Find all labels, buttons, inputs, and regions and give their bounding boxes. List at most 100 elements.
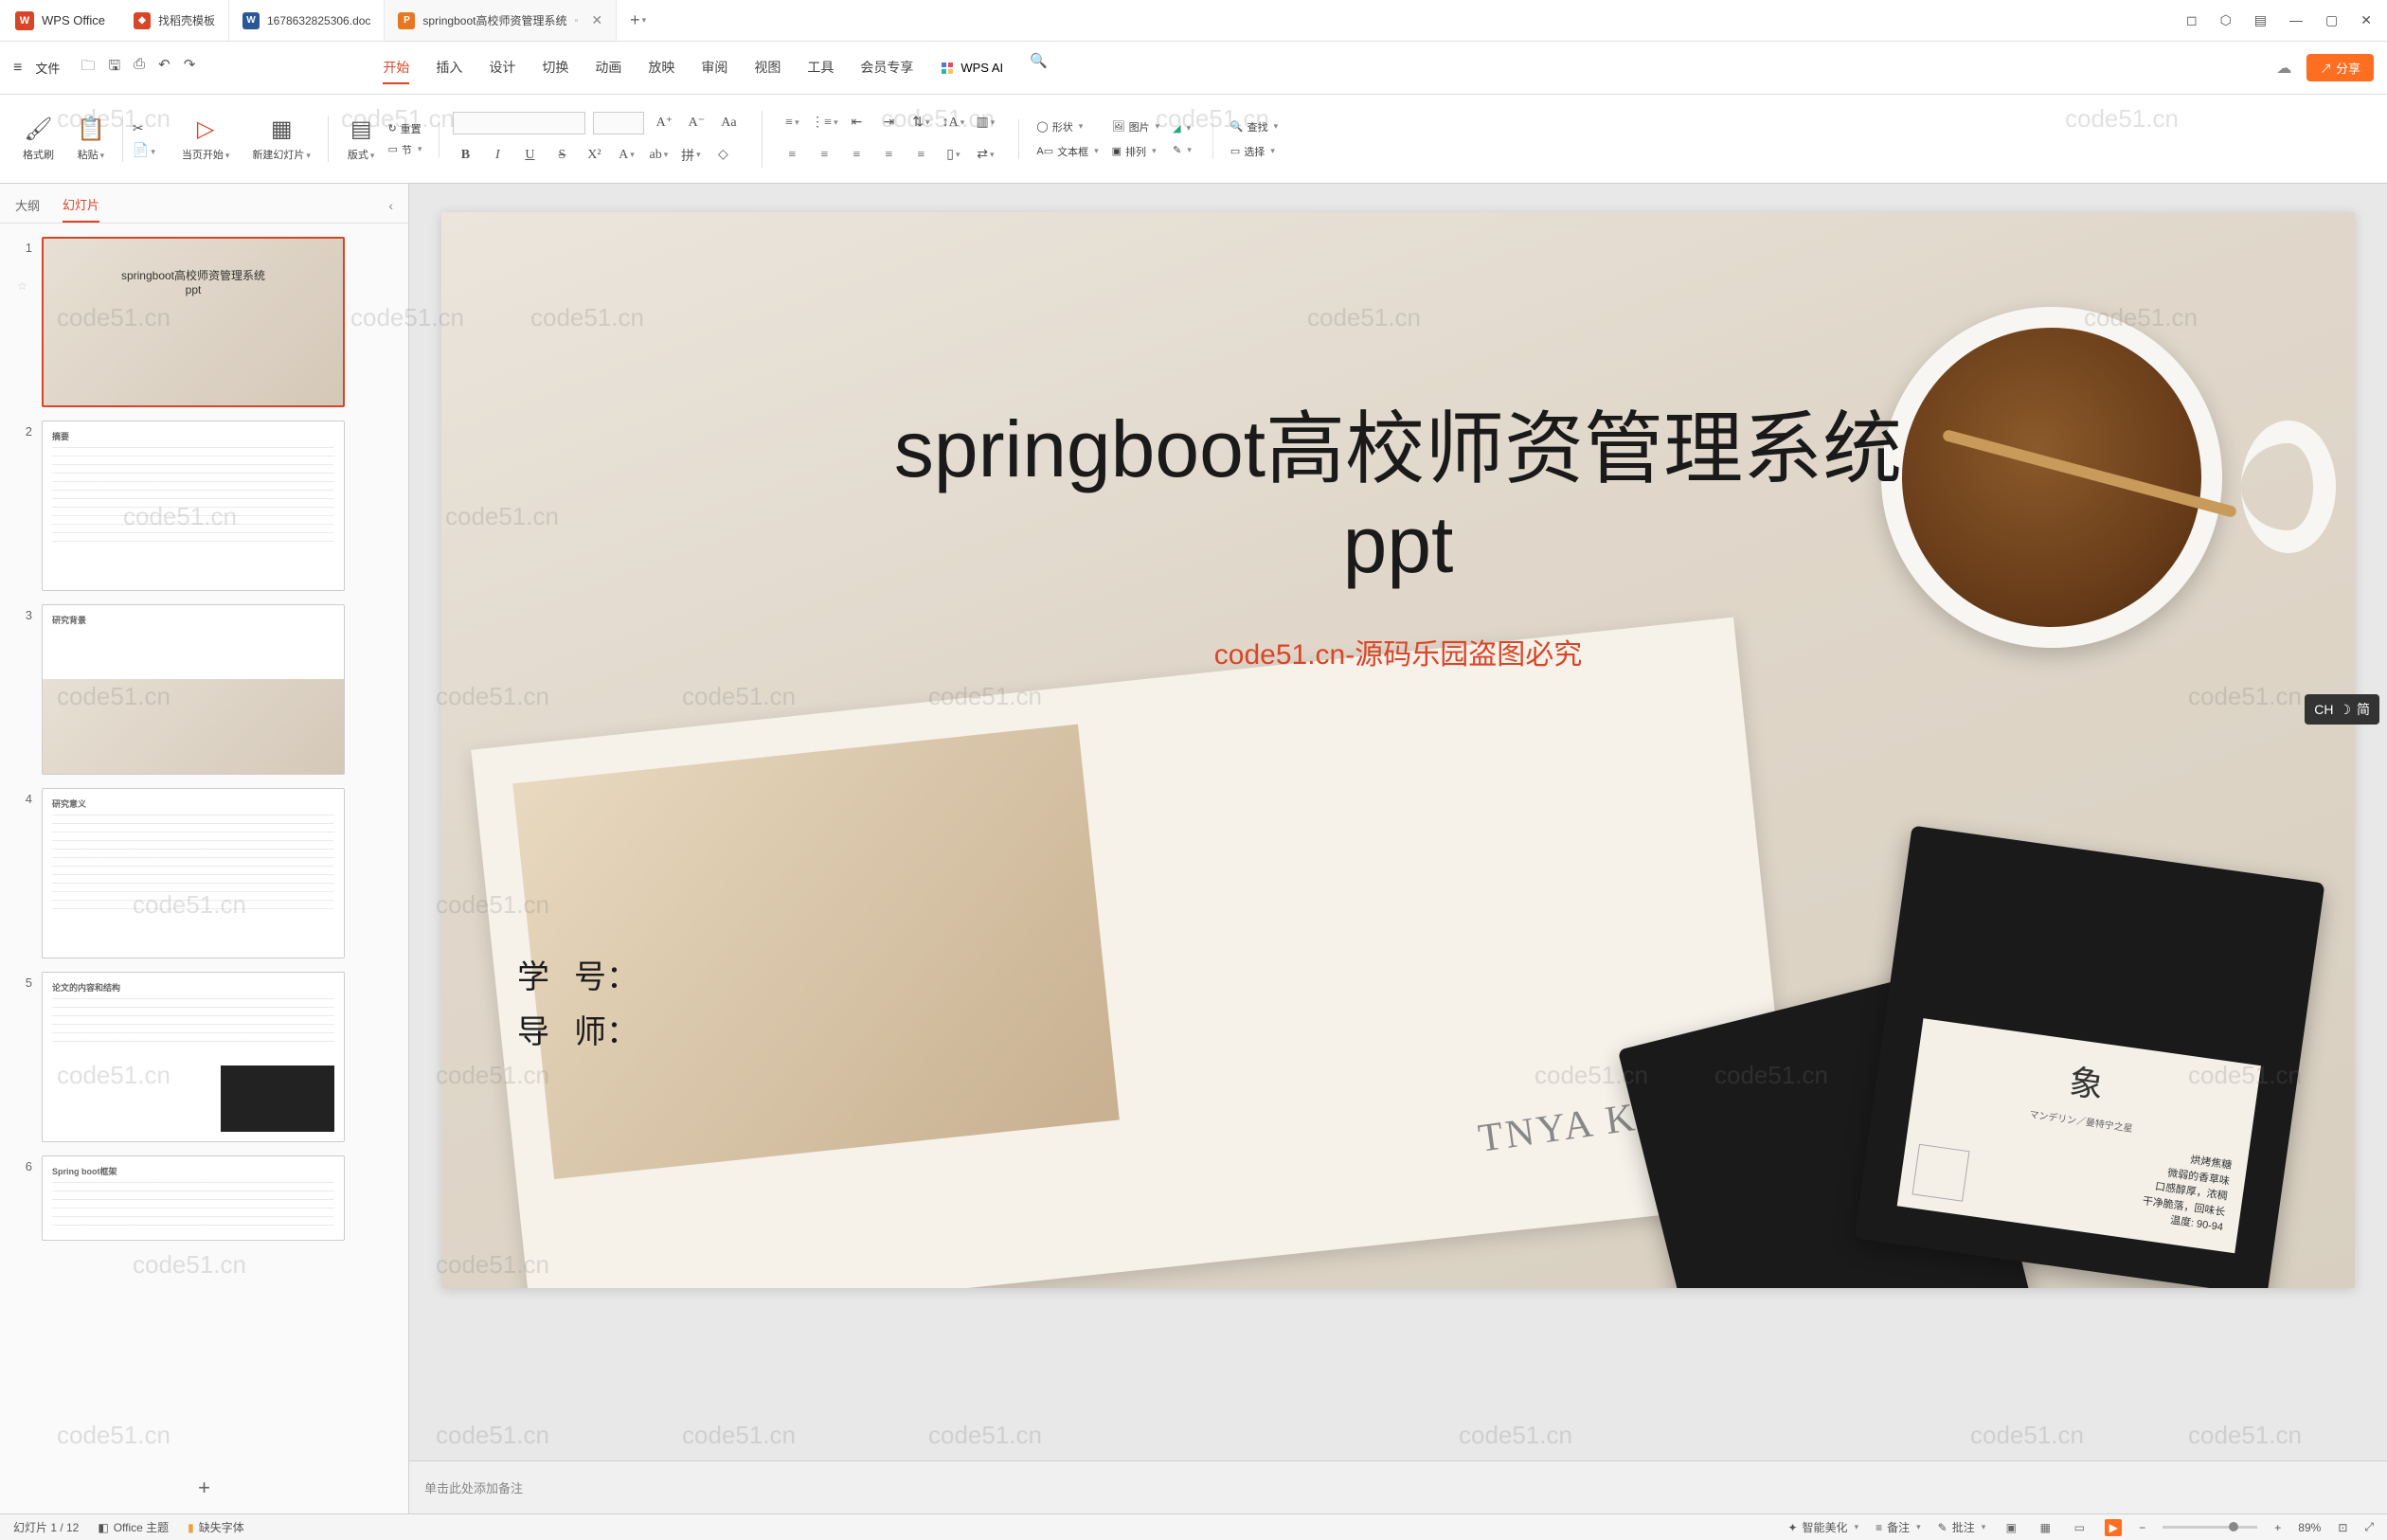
bullets-icon[interactable]: ≡▾ [780,111,804,135]
menu-tab-design[interactable]: 设计 [489,52,515,84]
view-normal-icon[interactable]: ▣ [2002,1519,2019,1536]
minimize-icon[interactable]: — [2289,12,2303,28]
search-icon[interactable]: 🔍 [1030,52,1048,84]
highlight-icon[interactable]: ab▾ [646,143,671,168]
multiwindow-icon[interactable]: ◻ [2186,12,2198,28]
menu-tab-review[interactable]: 审阅 [701,52,727,84]
view-sorter-icon[interactable]: ▦ [2037,1519,2054,1536]
close-icon[interactable]: ✕ [591,12,602,28]
reset-button[interactable]: ↻重置 [387,121,422,136]
layout-group[interactable]: ▤ 版式▾ [338,116,385,162]
file-menu[interactable]: 文件 [35,59,60,77]
thumbnail-1[interactable]: springboot高校师资管理系统 ppt [42,237,345,407]
convert-icon[interactable]: ⇄▾ [973,143,997,168]
thumbnail-4[interactable]: 研究意义 [42,788,345,958]
menu-tab-tools[interactable]: 工具 [807,52,834,84]
columns-icon[interactable]: ▥▾ [973,111,997,135]
hamburger-icon[interactable]: ≡ [13,60,22,77]
text-direction-icon[interactable]: ↕A▾ [941,111,965,135]
thumbnail-6[interactable]: Spring boot框架 [42,1155,345,1241]
from-current-group[interactable]: ▷ 当页开始▾ [172,116,240,162]
format-brush-group[interactable]: 🖌 格式刷 [13,116,63,162]
share-button[interactable]: ↗ 分享 [2306,54,2374,81]
open-icon[interactable]: 🗀 [81,56,95,80]
slide-position[interactable]: 幻灯片 1 / 12 [13,1519,79,1535]
canvas-area[interactable]: TNYA KOPI 象 マンデリン／曼特宁之星 烘烤焦糖 微弱的香 [409,184,2387,1460]
thumbnail-5[interactable]: 论文的内容和结构 [42,972,345,1142]
close-window-icon[interactable]: ✕ [2360,12,2372,28]
numbering-icon[interactable]: ⋮≡▾ [812,111,836,135]
align-justify-icon[interactable]: ≡ [876,143,901,168]
expand-icon[interactable]: ⤢ [2364,1520,2374,1534]
textbox-button[interactable]: A▭文本框▾ [1036,144,1098,159]
cut-icon[interactable]: ✂ [133,120,155,136]
redo-icon[interactable]: ↷ [184,56,196,80]
thumbnail-2[interactable]: 摘要 [42,421,345,591]
fit-icon[interactable]: ⊡ [2338,1521,2347,1534]
font-size-select[interactable] [593,112,644,134]
collapse-icon[interactable]: ‹ [388,198,393,221]
tab-doc[interactable]: W 1678632825306.doc [229,0,385,41]
font-color-icon[interactable]: A▾ [614,143,638,168]
menu-tab-insert[interactable]: 插入 [436,52,462,84]
star-icon[interactable]: ☆ [17,260,30,293]
slide[interactable]: TNYA KOPI 象 マンデリン／曼特宁之星 烘烤焦糖 微弱的香 [441,212,2355,1288]
align-left-icon[interactable]: ≡ [780,143,804,168]
section-button[interactable]: ▭节▾ [387,142,422,157]
strike-icon[interactable]: S [549,143,574,168]
thumbnail-3[interactable]: 研究背景 [42,604,345,775]
bold-icon[interactable]: B [453,143,477,168]
select-button[interactable]: ▭选择▾ [1230,144,1278,159]
menu-tab-member[interactable]: 会员专享 [860,52,913,84]
menu-tab-animation[interactable]: 动画 [595,52,621,84]
pinyin-icon[interactable]: 拼▾ [678,143,703,168]
maximize-icon[interactable]: ▢ [2325,12,2338,28]
outline-button[interactable]: ✎▾ [1173,144,1192,156]
menu-tab-slideshow[interactable]: 放映 [648,52,674,84]
slide-fields[interactable]: 学号： 导师： [517,951,638,1061]
wps-ai-button[interactable]: WPS AI [940,52,1003,84]
indent-right-icon[interactable]: ⇥ [876,111,901,135]
slide-title[interactable]: springboot高校师资管理系统 ppt [441,402,2355,593]
print-icon[interactable]: ⎙ [134,56,145,80]
image-button[interactable]: 🖼图片▾ [1112,119,1160,134]
notes-bar[interactable]: 单击此处添加备注 [409,1460,2387,1513]
line-spacing-icon[interactable]: ⇅▾ [908,111,933,135]
add-tab-button[interactable]: +▾ [617,0,659,41]
ime-indicator[interactable]: CH ☽ 简 [2305,694,2379,725]
tab-outline[interactable]: 大纲 [15,196,40,222]
copy-icon[interactable]: 📄▾ [133,142,155,158]
zoom-out-icon[interactable]: − [2139,1521,2145,1534]
align-center-icon[interactable]: ≡ [812,143,836,168]
valign-icon[interactable]: ▯▾ [941,143,965,168]
clear-format-icon[interactable]: ◇ [710,143,735,168]
menu-tab-transition[interactable]: 切换 [542,52,568,84]
tab-slides[interactable]: 幻灯片 [63,195,99,223]
font-family-select[interactable] [453,112,585,134]
theme-indicator[interactable]: ◧Office 主题 [98,1519,169,1535]
box-icon[interactable]: ⬡ [2220,12,2232,28]
arrange-button[interactable]: ▣排列▾ [1112,144,1160,159]
cloud-icon[interactable]: ☁ [2276,59,2291,78]
notes-toggle[interactable]: ≡备注▾ [1876,1519,1921,1535]
indent-left-icon[interactable]: ⇤ [844,111,869,135]
add-slide-button[interactable]: + [0,1462,408,1513]
decrease-font-icon[interactable]: A⁻ [684,111,709,135]
menu-tab-start[interactable]: 开始 [383,52,409,84]
align-distribute-icon[interactable]: ≡ [908,143,933,168]
view-slideshow-icon[interactable]: ▶ [2105,1519,2122,1536]
missing-font[interactable]: ▮缺失字体 [188,1519,244,1535]
paste-group[interactable]: 📋 粘贴▾ [67,116,123,162]
shape-button[interactable]: ◯形状▾ [1036,119,1098,134]
menu-tab-view[interactable]: 视图 [754,52,781,84]
underline-icon[interactable]: U [517,143,542,168]
undo-icon[interactable]: ↶ [158,56,170,80]
superscript-icon[interactable]: X² [582,143,606,168]
zoom-slider[interactable] [2163,1526,2257,1529]
beautify-button[interactable]: ✦智能美化▾ [1787,1519,1858,1535]
increase-font-icon[interactable]: A⁺ [652,111,676,135]
zoom-in-icon[interactable]: + [2274,1521,2281,1534]
case-icon[interactable]: Aa [716,111,741,135]
save-icon[interactable]: 🖫 [108,56,120,80]
avatar-icon[interactable]: ▤ [2254,12,2267,28]
